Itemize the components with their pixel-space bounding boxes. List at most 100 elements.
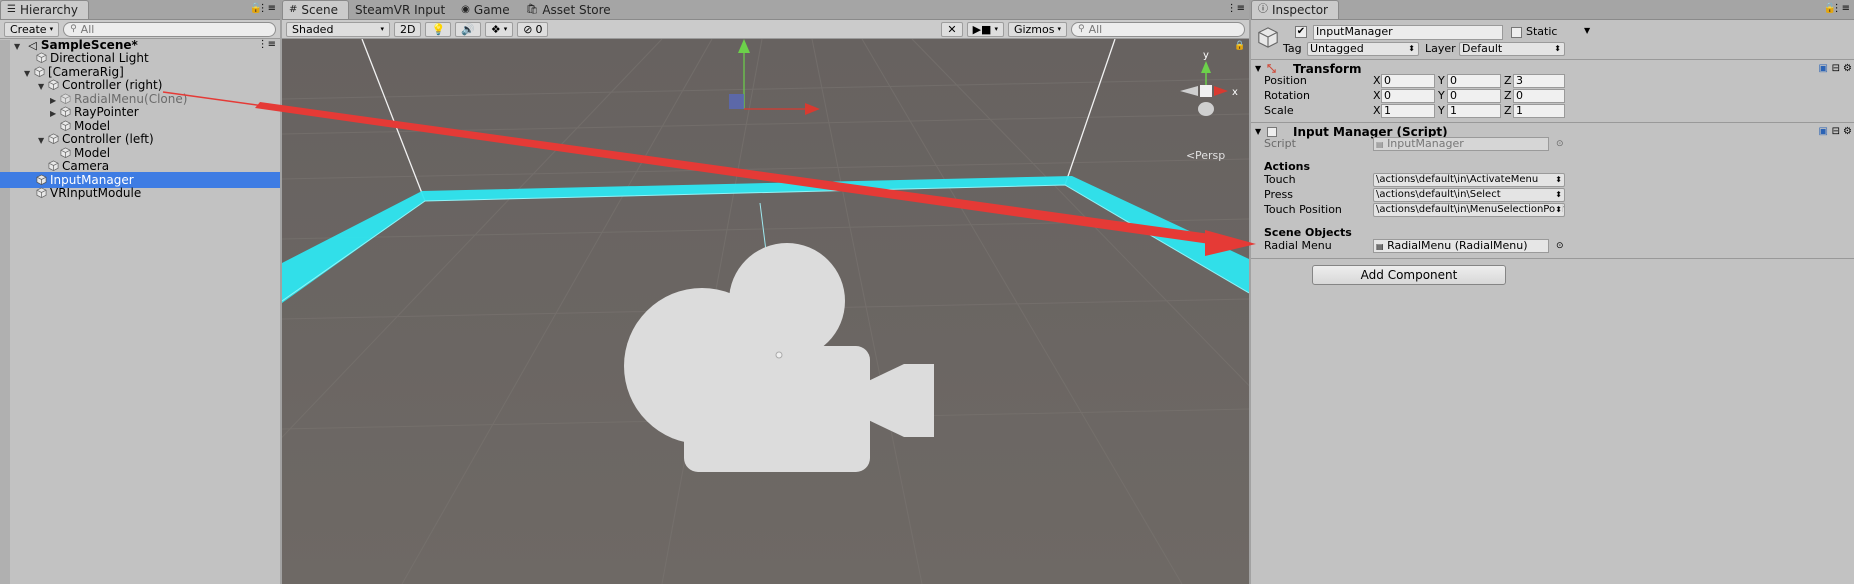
divider bbox=[1251, 258, 1854, 259]
gameobject-icon bbox=[60, 106, 71, 117]
chevron-updown-icon: ⬍ bbox=[1555, 204, 1562, 216]
scene-tabbar: # Scene SteamVR Input ◉ Game 🛍 Asset Sto… bbox=[282, 0, 1249, 20]
scale-x-field[interactable]: 1 bbox=[1381, 104, 1435, 118]
tab-scene[interactable]: # Scene bbox=[282, 0, 349, 19]
hidden-objects-toggle[interactable]: ⊘ 0 bbox=[517, 21, 549, 37]
radial-menu-row: Radial Menu ▤ RadialMenu (RadialMenu) ⊙ bbox=[1251, 237, 1854, 255]
rotation-y-field[interactable]: 0 bbox=[1447, 89, 1501, 103]
layer-label: Layer bbox=[1425, 42, 1456, 55]
gameobject-icon bbox=[36, 187, 47, 198]
inspector-tabbar: ⓘ Inspector 🔒 ⋮≡ bbox=[1251, 0, 1854, 20]
chevron-down-icon: ▾ bbox=[380, 24, 384, 33]
chevron-down-icon[interactable]: ▼ bbox=[1584, 26, 1590, 35]
scene-viewport[interactable]: y x < Persp 🔒 bbox=[282, 39, 1249, 584]
gameobject-icon bbox=[36, 52, 47, 63]
svg-text:Persp: Persp bbox=[1195, 149, 1225, 162]
scale-row: Scale X 1 Y 1 Z 1 bbox=[1251, 102, 1854, 120]
tag-label: Tag bbox=[1283, 42, 1302, 55]
object-name-field[interactable]: InputManager bbox=[1313, 25, 1503, 40]
tab-game[interactable]: ◉ Game bbox=[455, 0, 519, 19]
position-x-field[interactable]: 0 bbox=[1381, 74, 1435, 88]
persp-label[interactable]: < Persp bbox=[1186, 149, 1225, 162]
object-picker-icon[interactable]: ⊙ bbox=[1556, 237, 1564, 255]
chevron-updown-icon: ⬍ bbox=[1408, 44, 1415, 53]
axis-x-label: x bbox=[1232, 87, 1238, 98]
tab-asset-store[interactable]: 🛍 Asset Store bbox=[520, 0, 621, 19]
camera-icon: ▶■ bbox=[972, 22, 992, 36]
camera-settings-button[interactable]: ▶■ ▾ bbox=[966, 21, 1004, 37]
scale-y-field[interactable]: 1 bbox=[1447, 104, 1501, 118]
gameobject-icon bbox=[48, 133, 59, 144]
script-file-icon: ▤ bbox=[1376, 140, 1384, 149]
panel-menu-icon[interactable]: ⋮≡ bbox=[258, 3, 276, 14]
tab-inspector[interactable]: ⓘ Inspector bbox=[1251, 0, 1339, 19]
active-checkbox[interactable]: ✔ bbox=[1295, 26, 1307, 38]
hierarchy-panel: ☰ Hierarchy 🔒 ⋮≡ Create ▾ ⚲ All ▼ ◁ Samp… bbox=[0, 0, 280, 584]
eye-slash-icon: ⊘ bbox=[523, 22, 533, 36]
gameobject-icon bbox=[1258, 27, 1278, 48]
chevron-down-icon: ▾ bbox=[994, 24, 998, 33]
axis-y-label: y bbox=[1203, 50, 1209, 61]
chevron-updown-icon: ⬍ bbox=[1555, 189, 1562, 201]
search-icon: ⚲ bbox=[1078, 23, 1085, 34]
hierarchy-tabbar: ☰ Hierarchy 🔒 ⋮≡ bbox=[0, 0, 280, 20]
chevron-down-icon: ▾ bbox=[49, 24, 54, 33]
audio-toggle[interactable]: 🔊 bbox=[455, 21, 481, 37]
store-icon: 🛍 bbox=[525, 3, 539, 15]
gameobject-icon bbox=[48, 79, 59, 90]
touch-position-row: Touch Position \actions\default\in\MenuS… bbox=[1264, 203, 1565, 217]
hierarchy-tree: ▼ ◁ SampleScene* ⋮≡ Directional Light ▼[… bbox=[0, 38, 280, 584]
inspector-panel: ⓘ Inspector 🔒 ⋮≡ ✔ InputManager Static ▼… bbox=[1251, 0, 1854, 584]
mode-2d-toggle[interactable]: 2D bbox=[394, 21, 422, 37]
input-manager-component: ▼ Input Manager (Script) ▣ ⊟ ⚙ Script ▤ … bbox=[1251, 123, 1854, 258]
position-y-field[interactable]: 0 bbox=[1447, 74, 1501, 88]
panel-menu-icon[interactable]: ⋮≡ bbox=[1832, 3, 1850, 14]
tools-icon: ✕ bbox=[947, 22, 957, 36]
tools-button[interactable]: ✕ bbox=[941, 21, 963, 37]
gameobject-icon bbox=[48, 160, 59, 171]
chevron-down-icon: ▾ bbox=[503, 24, 508, 33]
press-action-dropdown[interactable]: \actions\default\in\Select ⬍ bbox=[1373, 188, 1565, 202]
effects-toggle[interactable]: ❖ ▾ bbox=[484, 21, 514, 37]
effects-icon: ❖ bbox=[490, 22, 501, 36]
radial-menu-reference-field[interactable]: ▤ RadialMenu (RadialMenu) bbox=[1373, 239, 1549, 253]
lock-icon[interactable]: 🔒 bbox=[1234, 40, 1245, 51]
search-icon: ⚲ bbox=[70, 23, 77, 34]
touch-action-dropdown[interactable]: \actions\default\in\ActivateMenu ⬍ bbox=[1373, 173, 1565, 187]
static-checkbox[interactable] bbox=[1511, 27, 1522, 38]
position-z-field[interactable]: 3 bbox=[1513, 74, 1565, 88]
object-picker-icon[interactable]: ⊙ bbox=[1556, 135, 1564, 153]
script-row: Script ▤ InputManager ⊙ bbox=[1251, 135, 1854, 153]
gizmos-dropdown[interactable]: Gizmos ▾ bbox=[1007, 21, 1067, 37]
static-label: Static bbox=[1526, 25, 1558, 38]
rotation-z-field[interactable]: 0 bbox=[1513, 89, 1565, 103]
list-item[interactable]: VRInputModule bbox=[0, 185, 280, 201]
lightbulb-icon: 💡 bbox=[431, 22, 446, 36]
object-header: ✔ InputManager Static ▼ Tag Untagged ⬍ L… bbox=[1251, 20, 1854, 60]
scene-panel: # Scene SteamVR Input ◉ Game 🛍 Asset Sto… bbox=[282, 0, 1249, 584]
speaker-icon: 🔊 bbox=[461, 22, 475, 36]
tag-dropdown[interactable]: Untagged ⬍ bbox=[1307, 42, 1419, 56]
shading-mode-dropdown[interactable]: Shaded ▾ bbox=[286, 21, 390, 37]
lighting-toggle[interactable]: 💡 bbox=[425, 21, 452, 37]
tab-steamvr-input[interactable]: SteamVR Input bbox=[349, 0, 455, 19]
grid-icon: # bbox=[289, 4, 298, 15]
panel-menu-icon[interactable]: ⋮≡ bbox=[1227, 3, 1245, 14]
script-file-icon: ▤ bbox=[1376, 242, 1384, 251]
scene-search-input[interactable]: ⚲ All bbox=[1071, 21, 1245, 37]
chevron-down-icon: ▾ bbox=[1057, 24, 1061, 33]
scale-z-field[interactable]: 1 bbox=[1513, 104, 1565, 118]
hierarchy-search-input[interactable]: ⚲ All bbox=[63, 21, 276, 37]
touch-position-action-dropdown[interactable]: \actions\default\in\MenuSelectionPositio… bbox=[1373, 203, 1565, 217]
game-icon: ◉ bbox=[461, 3, 470, 15]
add-component-button[interactable]: Add Component bbox=[1312, 265, 1506, 285]
gameobject-icon bbox=[60, 93, 71, 104]
layer-dropdown[interactable]: Default ⬍ bbox=[1459, 42, 1565, 56]
create-button[interactable]: Create ▾ bbox=[4, 21, 60, 37]
info-icon: ⓘ bbox=[1258, 4, 1268, 15]
svg-text:<: < bbox=[1186, 149, 1195, 162]
gameobject-icon bbox=[60, 147, 71, 158]
gameobject-icon bbox=[60, 120, 71, 131]
rotation-x-field[interactable]: 0 bbox=[1381, 89, 1435, 103]
tab-hierarchy[interactable]: ☰ Hierarchy bbox=[0, 0, 89, 19]
